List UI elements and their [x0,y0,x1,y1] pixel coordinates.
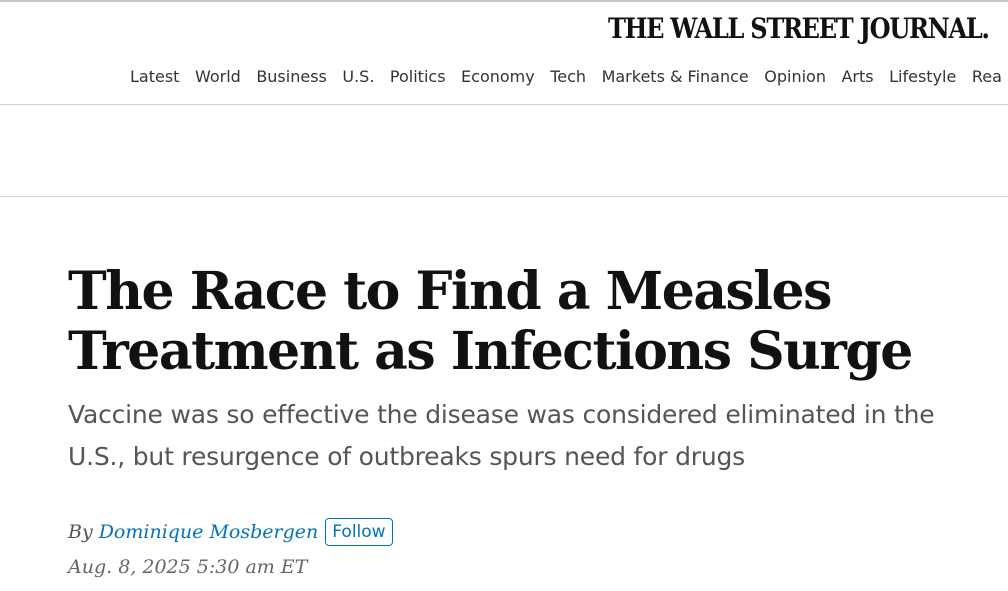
byline-prefix: By [68,521,93,543]
publish-timestamp: Aug. 8, 2025 5:30 am ET [68,556,308,578]
top-divider [0,0,1008,2]
wsj-logo[interactable]: THE WALL STREET JOURNAL. [608,12,990,46]
author-link[interactable]: Dominique Mosbergen [99,521,319,543]
nav-item-arts[interactable]: Arts [841,64,873,90]
nav-item-markets-finance[interactable]: Markets & Finance [602,64,749,90]
nav-item-business[interactable]: Business [256,64,327,90]
nav-item-real-estate[interactable]: Rea [972,64,1002,90]
ad-slot-divider [0,196,1008,197]
nav-item-politics[interactable]: Politics [390,64,446,90]
follow-button[interactable]: Follow [325,518,393,546]
nav-item-latest[interactable]: Latest [130,64,179,90]
nav-divider [0,104,1008,105]
nav-item-world[interactable]: World [195,64,241,90]
nav-item-economy[interactable]: Economy [461,64,535,90]
nav-item-tech[interactable]: Tech [550,64,586,90]
byline: By Dominique Mosbergen Follow [68,518,393,546]
article-dek: Vaccine was so effective the disease was… [68,400,935,471]
article-headline: The Race to Find a Measles Treatment as … [68,261,913,382]
nav-item-opinion[interactable]: Opinion [764,64,826,90]
section-nav: Latest World Business U.S. Politics Econ… [130,64,1008,90]
nav-item-lifestyle[interactable]: Lifestyle [889,64,956,90]
nav-item-us[interactable]: U.S. [342,64,374,90]
